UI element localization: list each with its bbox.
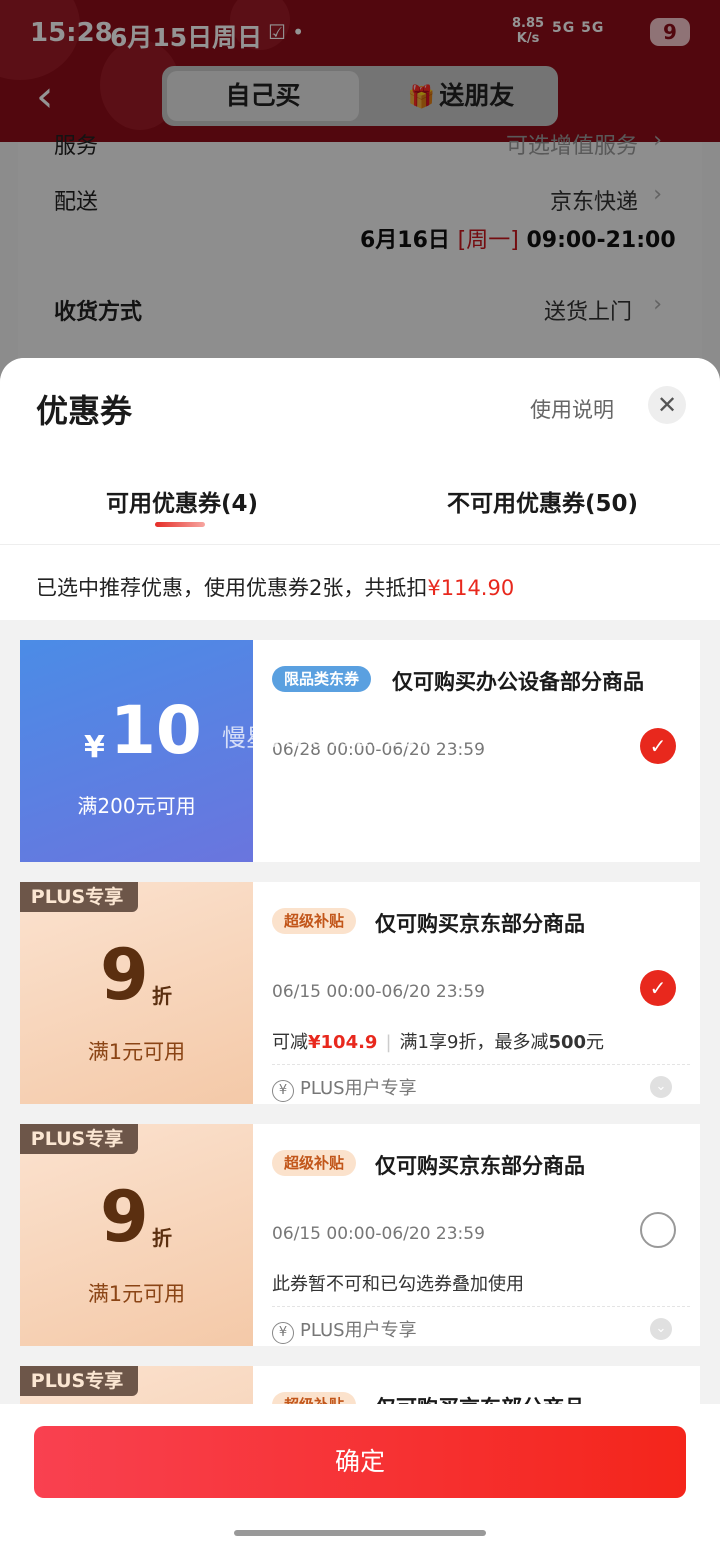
coupon-sheet: 优惠券 使用说明 ✕ 可用优惠券(4) 不可用优惠券(50) 已选中推荐优惠，使… — [0, 358, 720, 1544]
coupon-validity: 06/15 00:00-06/20 23:59 — [272, 982, 485, 1002]
divider — [272, 1306, 690, 1307]
yen-icon: ¥ — [272, 1322, 294, 1344]
modal-overlay[interactable] — [0, 0, 720, 400]
coupon-title: 仅可购买办公设备部分商品 — [392, 670, 644, 694]
checkmark-icon[interactable]: ✓ — [640, 728, 676, 764]
chevron-down-icon[interactable]: ⌄ — [650, 1076, 672, 1098]
home-indicator[interactable] — [234, 1530, 486, 1536]
bottom-action-bar: 确定 — [0, 1404, 720, 1544]
close-icon[interactable]: ✕ — [648, 386, 686, 424]
coupon-sheet-header: 优惠券 使用说明 ✕ 可用优惠券(4) 不可用优惠券(50) 已选中推荐优惠，使… — [0, 358, 720, 620]
coupon-card[interactable]: PLUS专享 9 折 满1元可用 超级补贴 仅可购买京东部分商品 06/15 0… — [20, 1124, 700, 1346]
unselected-radio[interactable] — [640, 1212, 676, 1248]
tab-available-coupons[interactable]: 可用优惠券(4) — [106, 484, 258, 518]
coupon-condition: 满200元可用 — [77, 794, 196, 818]
coupon-currency: ¥ — [84, 730, 105, 765]
coupon-type-badge: 限品类东券 — [272, 666, 372, 692]
coupon-footer: ¥ PLUS用户专享 — [272, 1316, 417, 1344]
coupon-discount-unit: 折 — [152, 984, 172, 1008]
active-tab-indicator — [155, 522, 205, 527]
divider — [0, 544, 720, 545]
coupon-condition: 满1元可用 — [87, 1040, 186, 1064]
confirm-button[interactable]: 确定 — [34, 1426, 686, 1498]
coupon-value-panel: PLUS专享 9 折 满1元可用 — [20, 882, 253, 1104]
coupon-savings: 可减¥104.9 | 满1享9折，最多减500元 — [272, 1032, 605, 1053]
plus-badge: PLUS专享 — [20, 1366, 138, 1396]
divider — [272, 1064, 690, 1065]
coupon-footer: ¥ PLUS用户专享 — [272, 1074, 417, 1102]
sheet-title: 优惠券 — [36, 392, 133, 430]
yen-icon: ¥ — [272, 1080, 294, 1102]
discount-summary: 已选中推荐优惠，使用优惠券2张，共抵扣¥114.90 — [36, 576, 515, 600]
usage-help-link[interactable]: 使用说明 — [530, 394, 614, 424]
summary-amount: ¥114.90 — [427, 576, 515, 600]
coupon-type-badge: 超级补贴 — [272, 908, 357, 934]
coupon-validity: 06/15 00:00-06/20 23:59 — [272, 1224, 485, 1244]
coupon-value-panel: PLUS专享 9 折 满1元可用 — [20, 1124, 253, 1346]
coupon-title: 仅可购买京东部分商品 — [375, 1154, 585, 1178]
coupon-card[interactable]: ¥ 10 满200元可用 限品类东券 仅可购买办公设备部分商品 06/28 00… — [20, 640, 700, 862]
coupon-type-badge: 超级补贴 — [272, 1150, 357, 1176]
coupon-card[interactable]: PLUS专享 9 折 满1元可用 超级补贴 仅可购买京东部分商品 06/15 0… — [20, 882, 700, 1104]
chevron-down-icon[interactable]: ⌄ — [650, 1318, 672, 1340]
coupon-validity: 06/28 00:00-06/20 23:59 — [272, 740, 485, 760]
coupon-condition: 满1元可用 — [87, 1282, 186, 1306]
coupon-discount: 9 — [100, 1176, 149, 1258]
tab-unavailable-coupons[interactable]: 不可用优惠券(50) — [447, 484, 638, 518]
coupon-value-panel: ¥ 10 满200元可用 — [20, 640, 253, 862]
scallop-edge — [20, 640, 25, 862]
coupon-discount: 9 — [100, 934, 149, 1016]
checkmark-icon[interactable]: ✓ — [640, 970, 676, 1006]
plus-badge: PLUS专享 — [20, 1124, 138, 1154]
coupon-title: 仅可购买京东部分商品 — [375, 912, 585, 936]
plus-badge: PLUS专享 — [20, 882, 138, 912]
coupon-amount: 10 — [110, 692, 202, 769]
coupon-discount-unit: 折 — [152, 1226, 172, 1250]
coupon-note: 此券暂不可和已勾选券叠加使用 — [272, 1274, 524, 1295]
